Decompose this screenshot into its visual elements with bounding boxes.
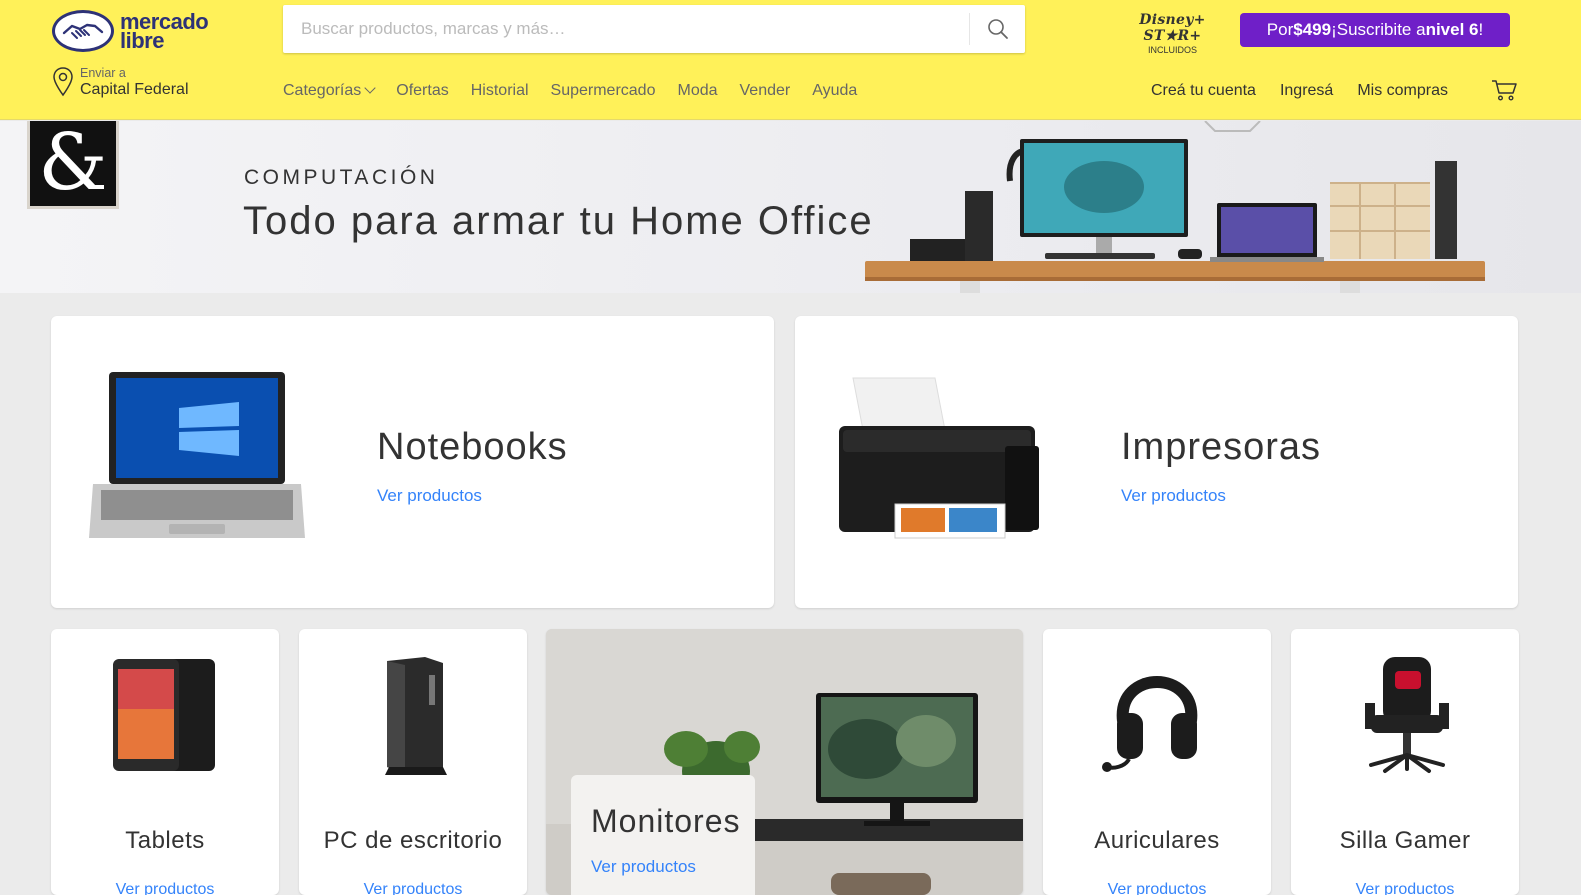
disney-included-text: INCLUIDOS bbox=[1147, 45, 1197, 55]
account-nav: Creá tu cuenta Ingresá Mis compras bbox=[1151, 82, 1448, 106]
search-button[interactable] bbox=[969, 13, 1025, 45]
site-header: mercado libre Disney+ ST★R+ INCLUIDOS Po… bbox=[0, 0, 1581, 120]
handshake-icon bbox=[52, 10, 114, 52]
disney-star-plus-text: Disney+ ST★R+ bbox=[1139, 12, 1206, 44]
nav-ayuda[interactable]: Ayuda bbox=[812, 82, 857, 106]
printer-image bbox=[839, 377, 1039, 539]
promo-price: $499 bbox=[1293, 20, 1332, 39]
view-products-link[interactable]: Ver productos bbox=[591, 857, 696, 877]
my-purchases-link[interactable]: Mis compras bbox=[1357, 82, 1448, 106]
category-title: Silla Gamer bbox=[1339, 827, 1471, 854]
category-card-pc[interactable]: PC de escritorio Ver productos bbox=[299, 629, 527, 895]
nav-historial[interactable]: Historial bbox=[471, 82, 529, 106]
promo-prefix: Por bbox=[1266, 20, 1294, 39]
gaming-chair-image bbox=[1365, 657, 1449, 773]
featured-title: Impresoras bbox=[1121, 426, 1322, 468]
category-title: Monitores bbox=[591, 803, 741, 839]
view-products-link[interactable]: Ver productos bbox=[1121, 486, 1226, 506]
featured-card-notebooks[interactable]: Notebooks Ver productos bbox=[51, 316, 774, 608]
category-title: Tablets bbox=[125, 827, 205, 854]
category-card-tablets[interactable]: Tablets Ver productos bbox=[51, 629, 279, 895]
main-nav: Categorías Ofertas Historial Supermercad… bbox=[283, 82, 857, 106]
chevron-down-icon bbox=[364, 82, 376, 94]
category-title: PC de escritorio bbox=[323, 827, 503, 854]
nav-supermercado[interactable]: Supermercado bbox=[551, 82, 656, 106]
headphones-image bbox=[1102, 676, 1198, 772]
location-pin-icon bbox=[53, 67, 73, 97]
ampersand-glyph: & bbox=[38, 121, 108, 208]
nav-categorias-label: Categorías bbox=[283, 82, 362, 99]
nav-categorias[interactable]: Categorías bbox=[283, 82, 376, 106]
view-products-link[interactable]: Ver productos bbox=[377, 486, 482, 506]
cart-icon[interactable] bbox=[1490, 78, 1518, 102]
login-link[interactable]: Ingresá bbox=[1280, 82, 1333, 106]
search-bar bbox=[283, 5, 1025, 53]
nav-ofertas[interactable]: Ofertas bbox=[396, 82, 448, 106]
create-account-link[interactable]: Creá tu cuenta bbox=[1151, 82, 1256, 106]
banner-title: Todo para armar tu Home Office bbox=[243, 199, 874, 243]
search-input[interactable] bbox=[283, 5, 969, 53]
promo-middle: ¡Suscribite a bbox=[1331, 20, 1426, 39]
notebook-image bbox=[89, 372, 305, 538]
subscription-promo-button[interactable]: Por $499 ¡Suscribite a nivel 6! bbox=[1240, 13, 1510, 47]
category-card-silla-gamer[interactable]: Silla Gamer Ver productos bbox=[1291, 629, 1519, 895]
category-card-auriculares[interactable]: Auriculares Ver productos bbox=[1043, 629, 1271, 895]
desktop-pc-image bbox=[385, 657, 447, 775]
featured-card-impresoras[interactable]: Impresoras Ver productos bbox=[795, 316, 1518, 608]
view-products-link[interactable]: Ver productos bbox=[51, 881, 279, 895]
featured-title: Notebooks bbox=[377, 426, 568, 468]
promo-level: nivel 6 bbox=[1425, 20, 1479, 39]
nav-vender[interactable]: Vender bbox=[740, 82, 791, 106]
home-office-desk-image bbox=[865, 121, 1485, 293]
disney-star-plus-badge[interactable]: Disney+ ST★R+ INCLUIDOS bbox=[1115, 12, 1230, 55]
view-products-link[interactable]: Ver productos bbox=[1043, 881, 1271, 895]
location-value: Capital Federal bbox=[80, 81, 189, 98]
tablet-image bbox=[113, 659, 215, 771]
category-card-monitores[interactable]: Monitores Ver productos bbox=[546, 629, 1023, 895]
category-title: Auriculares bbox=[1094, 827, 1220, 854]
search-icon bbox=[987, 19, 1008, 39]
logo-wordmark: mercado libre bbox=[120, 11, 209, 52]
shipping-location[interactable]: Enviar a Capital Federal bbox=[52, 66, 232, 106]
location-label: Enviar a bbox=[80, 66, 126, 80]
promo-suffix: ! bbox=[1478, 20, 1484, 39]
brand-logo-box: & bbox=[27, 121, 119, 209]
view-products-link[interactable]: Ver productos bbox=[1291, 881, 1519, 895]
mercadolibre-logo[interactable]: mercado libre bbox=[52, 8, 227, 54]
view-products-link[interactable]: Ver productos bbox=[299, 881, 527, 895]
nav-moda[interactable]: Moda bbox=[677, 82, 717, 106]
banner-kicker: COMPUTACIÓN bbox=[244, 166, 439, 189]
monitores-label-panel: Monitores Ver productos bbox=[571, 775, 755, 895]
home-office-banner[interactable]: & COMPUTACIÓN Todo para armar tu Home Of… bbox=[0, 121, 1581, 293]
